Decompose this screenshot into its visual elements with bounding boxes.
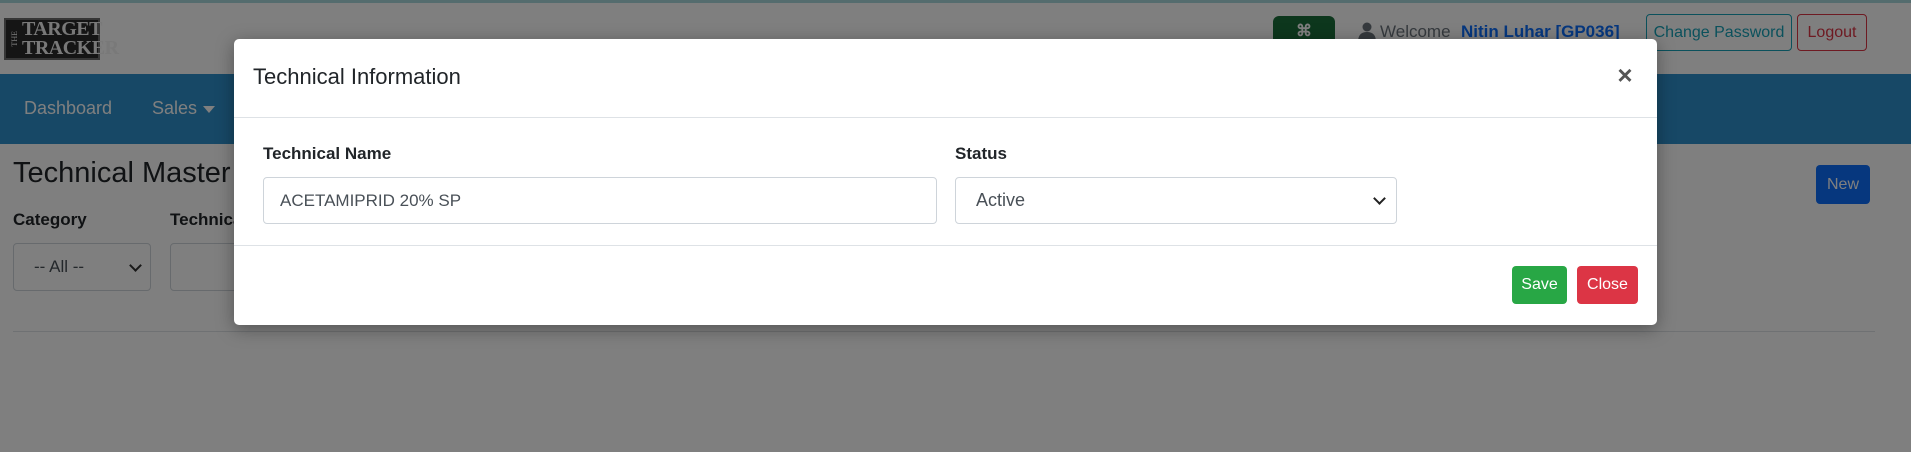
technical-name-label: Technical Name (263, 144, 392, 163)
status-select[interactable]: Active (955, 177, 1397, 224)
status-label: Status (955, 144, 1007, 163)
modal-header: Technical Information × (234, 39, 1657, 118)
technical-information-modal: Technical Information × Technical Name S… (234, 39, 1657, 325)
status-select-value: Active (976, 190, 1026, 210)
chevron-down-icon (1373, 192, 1386, 205)
modal-title: Technical Information (253, 64, 461, 89)
close-button[interactable]: Close (1577, 266, 1638, 304)
close-icon[interactable]: × (1613, 62, 1637, 88)
save-button[interactable]: Save (1512, 266, 1567, 304)
modal-footer-divider (234, 245, 1657, 246)
technical-name-input[interactable] (263, 177, 937, 224)
